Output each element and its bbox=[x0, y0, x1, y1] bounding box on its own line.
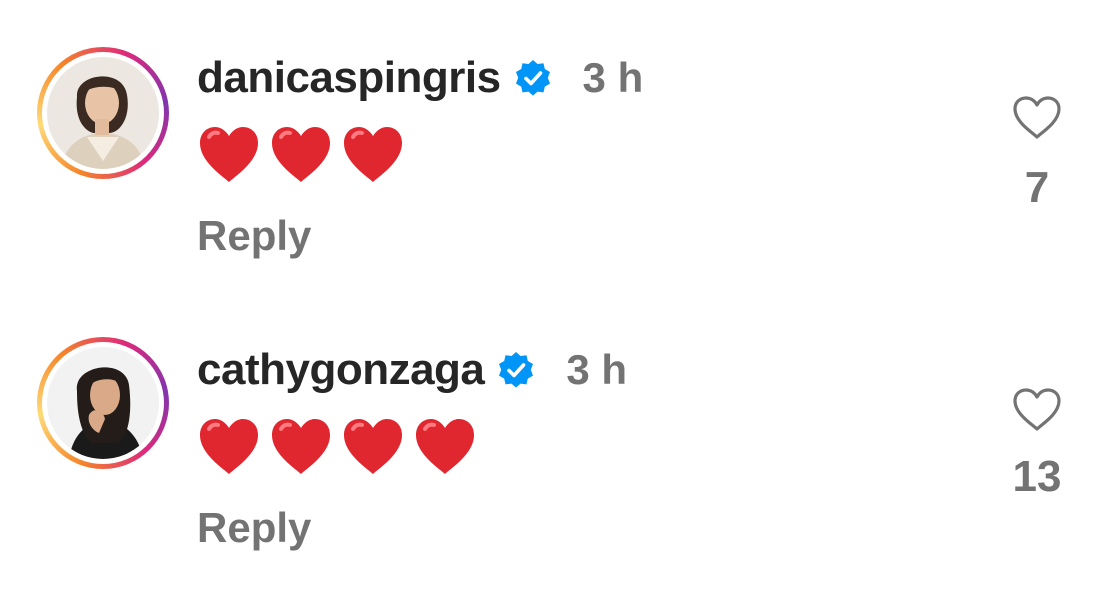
avatar-image bbox=[47, 57, 159, 169]
red-heart-emoji bbox=[268, 416, 334, 478]
avatar-border bbox=[42, 52, 164, 174]
story-ring[interactable] bbox=[37, 337, 169, 469]
like-count[interactable]: 7 bbox=[992, 163, 1082, 213]
timestamp[interactable]: 3 h bbox=[566, 346, 627, 394]
heart-outline-icon[interactable] bbox=[1012, 387, 1062, 433]
comment-text bbox=[196, 124, 406, 186]
like-count[interactable]: 13 bbox=[992, 452, 1082, 502]
comment-header: danicaspingris 3 h bbox=[197, 48, 643, 108]
avatar-border bbox=[42, 342, 164, 464]
red-heart-emoji bbox=[340, 124, 406, 186]
verified-badge-icon bbox=[515, 60, 550, 96]
comment-header: cathygonzaga 3 h bbox=[197, 340, 627, 400]
red-heart-emoji bbox=[196, 416, 262, 478]
comment-item: danicaspingris 3 h Reply 7 bbox=[0, 0, 1120, 270]
avatar-image bbox=[47, 347, 159, 459]
username[interactable]: cathygonzaga bbox=[197, 345, 485, 395]
avatar[interactable] bbox=[47, 57, 159, 169]
reply-button[interactable]: Reply bbox=[197, 212, 311, 260]
avatar[interactable] bbox=[47, 347, 159, 459]
comment-item: cathygonzaga 3 h Reply 13 bbox=[0, 292, 1120, 562]
red-heart-emoji bbox=[268, 124, 334, 186]
red-heart-emoji bbox=[412, 416, 478, 478]
red-heart-emoji bbox=[340, 416, 406, 478]
username[interactable]: danicaspingris bbox=[197, 53, 501, 103]
reply-button[interactable]: Reply bbox=[197, 504, 311, 552]
red-heart-emoji bbox=[196, 124, 262, 186]
comment-text bbox=[196, 416, 478, 478]
timestamp[interactable]: 3 h bbox=[583, 54, 644, 102]
heart-outline-icon[interactable] bbox=[1012, 95, 1062, 141]
story-ring[interactable] bbox=[37, 47, 169, 179]
verified-badge-icon bbox=[499, 352, 534, 388]
